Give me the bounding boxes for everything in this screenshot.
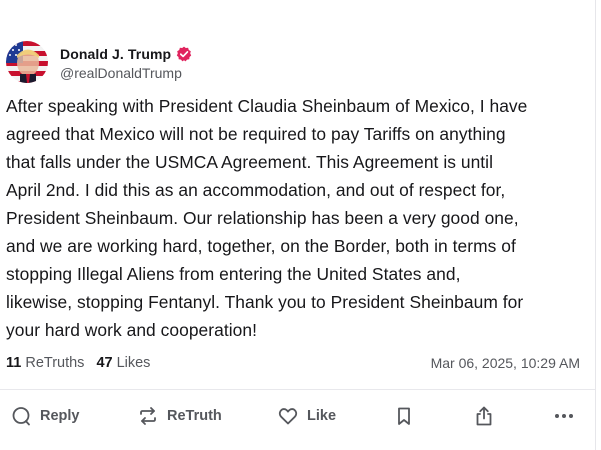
more-icon bbox=[553, 405, 575, 427]
share-button[interactable] bbox=[473, 402, 495, 430]
avatar-image bbox=[6, 41, 48, 83]
post-timestamp[interactable]: Mar 06, 2025, 10:29 AM bbox=[431, 355, 580, 371]
post-stats: 11 ReTruths 47 Likes Mar 06, 2025, 10:29… bbox=[6, 353, 580, 373]
bookmark-button[interactable] bbox=[393, 402, 415, 430]
truth-post: Donald J. Trump @realDonaldTrump After s… bbox=[0, 0, 596, 450]
retruth-label: ReTruth bbox=[167, 408, 222, 424]
reply-label: Reply bbox=[40, 408, 80, 424]
bookmark-icon bbox=[393, 405, 415, 427]
likes-stat[interactable]: 47 Likes bbox=[96, 355, 150, 371]
author-handle[interactable]: @realDonaldTrump bbox=[60, 65, 192, 81]
retruth-button[interactable]: ReTruth bbox=[137, 402, 222, 430]
share-icon bbox=[473, 405, 495, 427]
reply-icon bbox=[10, 405, 32, 427]
like-button[interactable]: Like bbox=[277, 402, 336, 430]
post-text: After speaking with President Claudia Sh… bbox=[6, 96, 528, 340]
action-bar: Reply ReTruth Like bbox=[0, 402, 596, 430]
like-label: Like bbox=[307, 408, 337, 424]
retruth-icon bbox=[137, 405, 159, 427]
name-row: Donald J. Trump bbox=[60, 44, 192, 64]
likes-count: 47 bbox=[96, 355, 113, 371]
author-display-name[interactable]: Donald J. Trump bbox=[60, 46, 171, 62]
post-header: Donald J. Trump @realDonaldTrump bbox=[6, 41, 192, 83]
verified-badge-icon bbox=[176, 46, 192, 62]
avatar[interactable] bbox=[6, 41, 48, 83]
more-options-button[interactable] bbox=[553, 402, 575, 430]
likes-label: Likes bbox=[116, 355, 151, 371]
heart-icon bbox=[277, 405, 299, 427]
retruths-count: 11 bbox=[6, 355, 22, 371]
divider bbox=[0, 389, 596, 390]
retruths-label: ReTruths bbox=[25, 355, 85, 371]
retruths-stat[interactable]: 11 ReTruths bbox=[6, 355, 84, 371]
author-info: Donald J. Trump @realDonaldTrump bbox=[60, 44, 192, 81]
reply-button[interactable]: Reply bbox=[10, 402, 80, 430]
